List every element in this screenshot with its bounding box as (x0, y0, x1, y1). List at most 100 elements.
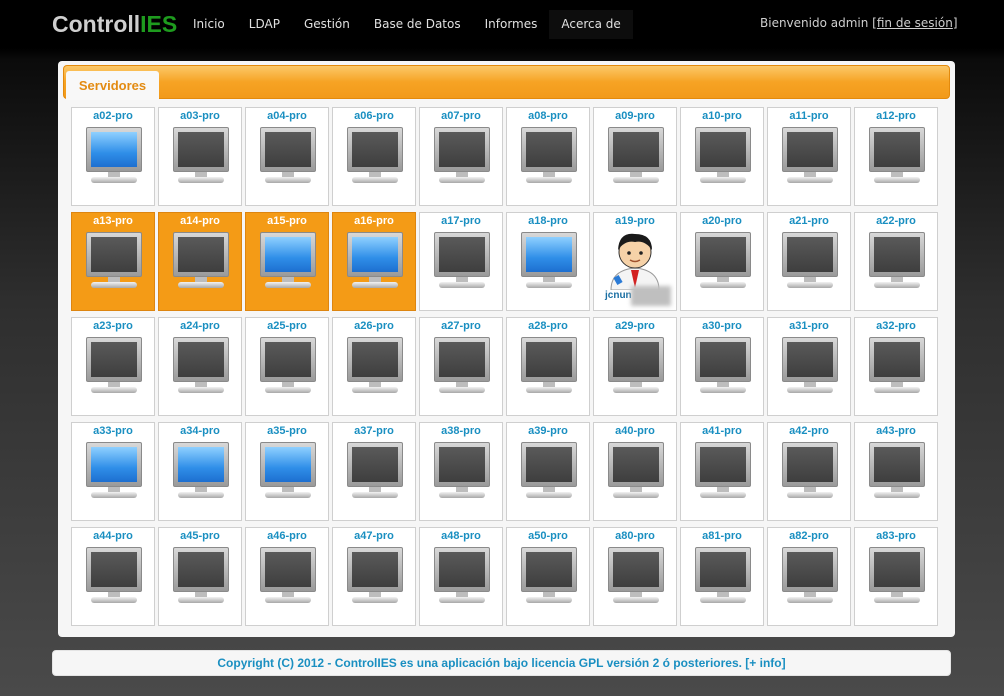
host-name-label: a09-pro (615, 110, 655, 122)
host-cell[interactable]: a03-pro (158, 107, 242, 206)
host-cell[interactable]: a19-pro jcnun (593, 212, 677, 311)
monitor-off-icon (347, 442, 403, 498)
host-cell[interactable]: a32-pro (854, 317, 938, 416)
host-cell[interactable]: a18-pro (506, 212, 590, 311)
monitor-off-icon (608, 337, 664, 393)
host-name-label: a23-pro (93, 320, 133, 332)
host-name-label: a12-pro (876, 110, 916, 122)
host-cell[interactable]: a47-pro (332, 527, 416, 626)
host-cell[interactable]: a28-pro (506, 317, 590, 416)
host-name-label: a41-pro (702, 425, 742, 437)
menu-item-gestion[interactable]: Gestión (292, 10, 362, 39)
host-name-label: a18-pro (528, 215, 568, 227)
host-cell[interactable]: a82-pro (767, 527, 851, 626)
monitor-off-icon (260, 337, 316, 393)
monitor-off-icon (86, 337, 142, 393)
monitor-off-icon (869, 547, 925, 603)
host-cell[interactable]: a07-pro (419, 107, 503, 206)
monitor-off-icon (434, 442, 490, 498)
host-name-label: a82-pro (789, 530, 829, 542)
host-cell[interactable]: a41-pro (680, 422, 764, 521)
host-cell[interactable]: a14-pro (158, 212, 242, 311)
monitor-on-icon (347, 232, 403, 288)
monitor-off-icon (869, 232, 925, 288)
host-cell[interactable]: a38-pro (419, 422, 503, 521)
host-cell[interactable]: a31-pro (767, 317, 851, 416)
host-cell[interactable]: a15-pro (245, 212, 329, 311)
host-cell[interactable]: a44-pro (71, 527, 155, 626)
menu-item-inicio[interactable]: Inicio (181, 10, 237, 39)
host-cell[interactable]: a46-pro (245, 527, 329, 626)
tab-servidores[interactable]: Servidores (66, 71, 159, 100)
monitor-off-icon (695, 442, 751, 498)
host-cell[interactable]: a25-pro (245, 317, 329, 416)
menu-item-base-de-datos[interactable]: Base de Datos (362, 10, 473, 39)
monitor-off-icon (869, 442, 925, 498)
host-cell[interactable]: a45-pro (158, 527, 242, 626)
welcome-message: Bienvenido admin [fin de sesión] (760, 16, 958, 30)
host-cell[interactable]: a08-pro (506, 107, 590, 206)
host-cell[interactable]: a24-pro (158, 317, 242, 416)
monitor-off-icon (521, 337, 577, 393)
host-name-label: a32-pro (876, 320, 916, 332)
host-name-label: a45-pro (180, 530, 220, 542)
host-cell[interactable]: a22-pro (854, 212, 938, 311)
host-cell[interactable]: a40-pro (593, 422, 677, 521)
monitor-off-icon (608, 127, 664, 183)
host-cell[interactable]: a29-pro (593, 317, 677, 416)
host-name-label: a38-pro (441, 425, 481, 437)
host-cell[interactable]: a21-pro (767, 212, 851, 311)
host-cell[interactable]: a43-pro (854, 422, 938, 521)
host-cell[interactable]: a81-pro (680, 527, 764, 626)
menu-item-ldap[interactable]: LDAP (237, 10, 292, 39)
host-name-label: a08-pro (528, 110, 568, 122)
host-cell[interactable]: a20-pro (680, 212, 764, 311)
host-name-label: a30-pro (702, 320, 742, 332)
host-name-label: a17-pro (441, 215, 481, 227)
host-cell[interactable]: a30-pro (680, 317, 764, 416)
host-cell[interactable]: a06-pro (332, 107, 416, 206)
host-cell[interactable]: a42-pro (767, 422, 851, 521)
logout-link[interactable]: fin de sesión (877, 16, 953, 30)
redacted-overlay (631, 286, 671, 306)
host-cell[interactable]: a80-pro (593, 527, 677, 626)
monitor-off-icon (782, 337, 838, 393)
app-logo[interactable]: ControllIES (52, 11, 177, 38)
monitor-on-icon (86, 127, 142, 183)
menu-item-informes[interactable]: Informes (473, 10, 550, 39)
host-name-label: a07-pro (441, 110, 481, 122)
host-cell[interactable]: a10-pro (680, 107, 764, 206)
monitor-on-icon (521, 232, 577, 288)
host-name-label: a34-pro (180, 425, 220, 437)
host-name-label: a06-pro (354, 110, 394, 122)
host-cell[interactable]: a37-pro (332, 422, 416, 521)
welcome-bracket-close: ] (952, 16, 958, 30)
host-cell[interactable]: a04-pro (245, 107, 329, 206)
host-name-label: a19-pro (615, 215, 655, 227)
host-cell[interactable]: a26-pro (332, 317, 416, 416)
host-cell[interactable]: a17-pro (419, 212, 503, 311)
host-cell[interactable]: a48-pro (419, 527, 503, 626)
host-cell[interactable]: a50-pro (506, 527, 590, 626)
host-cell[interactable]: a11-pro (767, 107, 851, 206)
footer-info-link[interactable]: [+ info] (745, 656, 785, 670)
monitor-off-icon (347, 127, 403, 183)
host-name-label: a28-pro (528, 320, 568, 332)
host-name-label: a25-pro (267, 320, 307, 332)
host-cell[interactable]: a09-pro (593, 107, 677, 206)
host-cell[interactable]: a16-pro (332, 212, 416, 311)
host-cell[interactable]: a13-pro (71, 212, 155, 311)
host-cell[interactable]: a02-pro (71, 107, 155, 206)
logo-text-controll: Controll (52, 11, 141, 37)
host-cell[interactable]: a27-pro (419, 317, 503, 416)
host-cell[interactable]: a23-pro (71, 317, 155, 416)
monitor-off-icon (173, 232, 229, 288)
host-name-label: a46-pro (267, 530, 307, 542)
host-cell[interactable]: a35-pro (245, 422, 329, 521)
host-cell[interactable]: a34-pro (158, 422, 242, 521)
menu-item-acerca-de[interactable]: Acerca de (549, 10, 633, 39)
host-cell[interactable]: a12-pro (854, 107, 938, 206)
host-cell[interactable]: a83-pro (854, 527, 938, 626)
host-cell[interactable]: a39-pro (506, 422, 590, 521)
host-cell[interactable]: a33-pro (71, 422, 155, 521)
